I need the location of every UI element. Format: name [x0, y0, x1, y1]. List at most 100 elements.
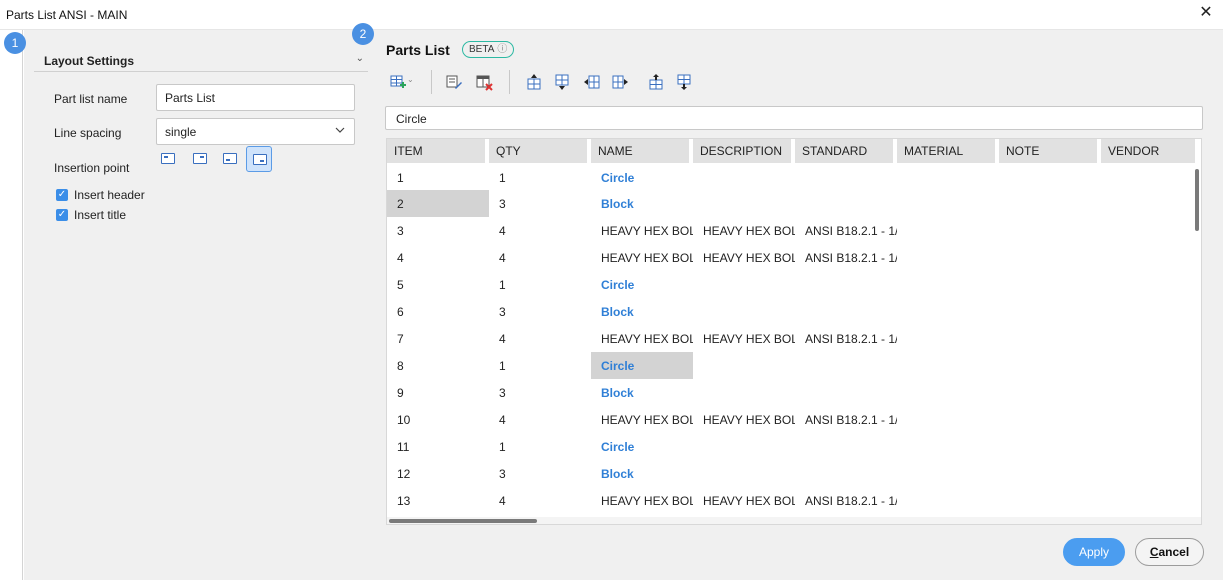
- material-cell[interactable]: [897, 487, 999, 514]
- name-cell[interactable]: HEAVY HEX BOLT: [591, 406, 693, 433]
- qty-cell[interactable]: 3: [489, 298, 591, 325]
- description-cell[interactable]: [693, 460, 795, 487]
- table-row[interactable]: 12 3 Block: [387, 460, 1199, 487]
- chevron-down-icon[interactable]: ⌄: [356, 53, 364, 64]
- table-row[interactable]: 10 4 HEAVY HEX BOLT HEAVY HEX BOLT ANSI …: [387, 406, 1199, 433]
- note-cell[interactable]: [999, 352, 1101, 379]
- name-cell[interactable]: HEAVY HEX BOLT: [591, 325, 693, 352]
- material-cell[interactable]: [897, 433, 999, 460]
- vendor-cell[interactable]: [1101, 433, 1199, 460]
- item-cell[interactable]: 1: [387, 163, 489, 190]
- layout-settings-header[interactable]: Layout Settings ⌄: [34, 50, 368, 72]
- description-cell[interactable]: [693, 379, 795, 406]
- table-row[interactable]: 7 4 HEAVY HEX BOLT HEAVY HEX BOLT ANSI B…: [387, 325, 1199, 352]
- note-cell[interactable]: [999, 190, 1101, 217]
- standard-cell[interactable]: [795, 298, 897, 325]
- vendor-cell[interactable]: [1101, 406, 1199, 433]
- vendor-cell[interactable]: [1101, 325, 1199, 352]
- description-cell[interactable]: HEAVY HEX BOLT: [693, 325, 795, 352]
- qty-cell[interactable]: 3: [489, 379, 591, 406]
- table-row[interactable]: 1 1 Circle: [387, 163, 1199, 190]
- description-cell[interactable]: HEAVY HEX BOLT: [693, 487, 795, 514]
- vendor-cell[interactable]: [1101, 271, 1199, 298]
- edit-table-icon[interactable]: [445, 73, 463, 91]
- standard-cell[interactable]: [795, 460, 897, 487]
- description-cell[interactable]: HEAVY HEX BOLT: [693, 406, 795, 433]
- table-row[interactable]: 6 3 Block: [387, 298, 1199, 325]
- column-header-item[interactable]: ITEM: [387, 139, 489, 163]
- move-row-up-icon[interactable]: [647, 73, 665, 91]
- insert-top-left-icon[interactable]: [156, 147, 180, 171]
- standard-cell[interactable]: [795, 163, 897, 190]
- qty-cell[interactable]: 3: [489, 190, 591, 217]
- qty-cell[interactable]: 4: [489, 487, 591, 514]
- name-cell[interactable]: HEAVY HEX BOLT: [591, 244, 693, 271]
- table-row[interactable]: 5 1 Circle: [387, 271, 1199, 298]
- item-cell[interactable]: 5: [387, 271, 489, 298]
- item-cell[interactable]: 6: [387, 298, 489, 325]
- standard-cell[interactable]: [795, 190, 897, 217]
- note-cell[interactable]: [999, 460, 1101, 487]
- material-cell[interactable]: [897, 271, 999, 298]
- note-cell[interactable]: [999, 325, 1101, 352]
- vendor-cell[interactable]: [1101, 217, 1199, 244]
- name-cell[interactable]: Circle: [591, 163, 693, 190]
- insert-top-right-icon[interactable]: [188, 147, 212, 171]
- note-cell[interactable]: [999, 487, 1101, 514]
- vertical-scrollbar[interactable]: [1195, 169, 1199, 231]
- move-row-down-icon[interactable]: [675, 73, 693, 91]
- note-cell[interactable]: [999, 217, 1101, 244]
- material-cell[interactable]: [897, 352, 999, 379]
- vendor-cell[interactable]: [1101, 190, 1199, 217]
- material-cell[interactable]: [897, 325, 999, 352]
- vendor-cell[interactable]: [1101, 487, 1199, 514]
- qty-cell[interactable]: 3: [489, 460, 591, 487]
- material-cell[interactable]: [897, 217, 999, 244]
- name-cell[interactable]: Circle: [591, 352, 693, 379]
- name-cell[interactable]: HEAVY HEX BOLT: [591, 487, 693, 514]
- material-cell[interactable]: [897, 190, 999, 217]
- material-cell[interactable]: [897, 406, 999, 433]
- description-cell[interactable]: [693, 163, 795, 190]
- table-row[interactable]: 13 4 HEAVY HEX BOLT HEAVY HEX BOLT ANSI …: [387, 487, 1199, 514]
- description-cell[interactable]: [693, 298, 795, 325]
- column-header-material[interactable]: MATERIAL: [897, 139, 999, 163]
- qty-cell[interactable]: 1: [489, 163, 591, 190]
- vendor-cell[interactable]: [1101, 460, 1199, 487]
- item-cell[interactable]: 13: [387, 487, 489, 514]
- item-cell[interactable]: 9: [387, 379, 489, 406]
- info-icon[interactable]: ⓘ: [497, 44, 507, 55]
- cancel-button[interactable]: Cancel: [1135, 538, 1204, 566]
- vendor-cell[interactable]: [1101, 379, 1199, 406]
- standard-cell[interactable]: [795, 379, 897, 406]
- horizontal-scrollbar[interactable]: [389, 519, 537, 523]
- description-cell[interactable]: [693, 190, 795, 217]
- standard-cell[interactable]: [795, 433, 897, 460]
- standard-cell[interactable]: ANSI B18.2.1 - 1/2: [795, 487, 897, 514]
- description-cell[interactable]: [693, 352, 795, 379]
- column-header-qty[interactable]: QTY: [489, 139, 591, 163]
- standard-cell[interactable]: [795, 271, 897, 298]
- insert-column-left-icon[interactable]: [583, 73, 601, 91]
- item-cell[interactable]: 11: [387, 433, 489, 460]
- qty-cell[interactable]: 4: [489, 244, 591, 271]
- standard-cell[interactable]: ANSI B18.2.1 - 1/2: [795, 325, 897, 352]
- standard-cell[interactable]: [795, 352, 897, 379]
- vendor-cell[interactable]: [1101, 298, 1199, 325]
- qty-cell[interactable]: 4: [489, 217, 591, 244]
- qty-cell[interactable]: 1: [489, 271, 591, 298]
- qty-cell[interactable]: 1: [489, 433, 591, 460]
- note-cell[interactable]: [999, 406, 1101, 433]
- standard-cell[interactable]: ANSI B18.2.1 - 1/2: [795, 406, 897, 433]
- name-cell[interactable]: Block: [591, 460, 693, 487]
- vendor-cell[interactable]: [1101, 244, 1199, 271]
- description-cell[interactable]: HEAVY HEX BOLT: [693, 244, 795, 271]
- note-cell[interactable]: [999, 433, 1101, 460]
- table-row[interactable]: 11 1 Circle: [387, 433, 1199, 460]
- description-cell[interactable]: [693, 433, 795, 460]
- insert-title-checkbox[interactable]: ✓: [56, 209, 68, 221]
- column-header-standard[interactable]: STANDARD: [795, 139, 897, 163]
- material-cell[interactable]: [897, 163, 999, 190]
- insert-bottom-left-icon[interactable]: [218, 147, 242, 171]
- description-cell[interactable]: HEAVY HEX BOLT: [693, 217, 795, 244]
